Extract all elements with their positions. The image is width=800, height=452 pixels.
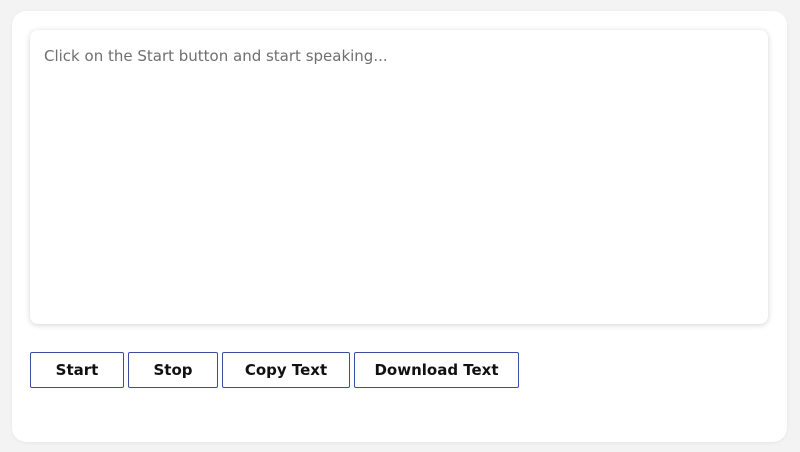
transcript-textarea[interactable]	[30, 30, 768, 324]
download-text-button[interactable]: Download Text	[354, 352, 519, 388]
copy-text-button[interactable]: Copy Text	[222, 352, 350, 388]
start-button[interactable]: Start	[30, 352, 124, 388]
stop-button[interactable]: Stop	[128, 352, 218, 388]
speech-to-text-card: Start Stop Copy Text Download Text	[12, 11, 787, 442]
